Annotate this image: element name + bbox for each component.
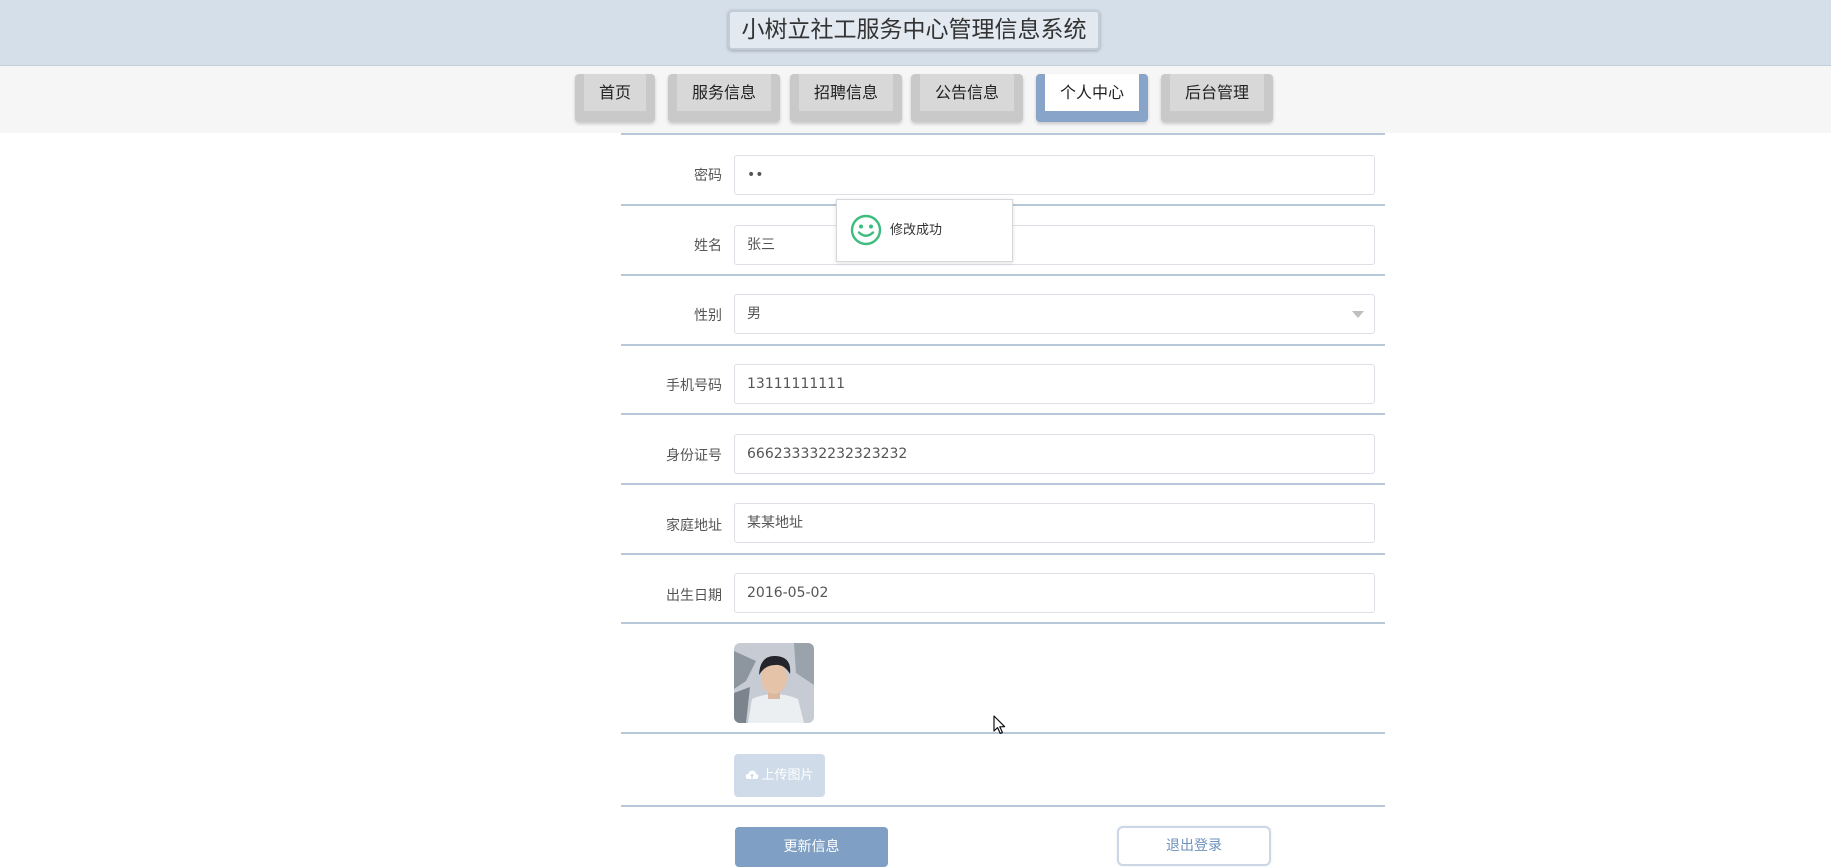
gender-select[interactable]: 男 <box>734 294 1375 334</box>
nav-item-personal-center[interactable]: 个人中心 <box>1036 74 1148 122</box>
phone-field[interactable]: 13111111111 <box>734 364 1375 404</box>
logout-button[interactable]: 退出登录 <box>1117 826 1271 866</box>
nav-item-home[interactable]: 首页 <box>575 74 655 122</box>
id-card-label: 身份证号 <box>666 448 722 464</box>
update-info-button[interactable]: 更新信息 <box>735 827 888 867</box>
chevron-down-icon <box>1352 311 1364 318</box>
birthday-field[interactable]: 2016-05-02 <box>734 573 1375 613</box>
site-title: 小树立社工服务中心管理信息系统 <box>728 10 1100 50</box>
phone-label: 手机号码 <box>666 378 722 394</box>
nav-item-announcement-info[interactable]: 公告信息 <box>911 74 1023 122</box>
gender-select-value: 男 <box>747 306 761 322</box>
mouse-cursor-icon <box>993 715 1006 734</box>
upload-image-button[interactable]: 上传图片 <box>734 754 825 797</box>
nav-item-label: 个人中心 <box>1045 74 1139 111</box>
address-field[interactable]: 某某地址 <box>734 503 1375 543</box>
nav-item-label: 后台管理 <box>1170 74 1264 111</box>
id-card-field[interactable]: 666233332232323232 <box>734 434 1375 474</box>
name-field[interactable]: 张三 <box>734 225 1375 265</box>
nav-item-label: 服务信息 <box>677 74 771 111</box>
toast-message: 修改成功 <box>890 223 943 238</box>
nav-item-service-info[interactable]: 服务信息 <box>668 74 780 122</box>
password-field[interactable]: •• <box>734 155 1375 195</box>
gender-label: 性别 <box>694 308 722 324</box>
avatar <box>734 643 814 723</box>
password-label: 密码 <box>694 168 722 184</box>
nav-item-label: 公告信息 <box>920 74 1014 111</box>
cloud-upload-icon <box>746 770 759 779</box>
smile-icon <box>850 214 882 246</box>
nav-item-recruitment-info[interactable]: 招聘信息 <box>790 74 902 122</box>
upload-image-label: 上传图片 <box>761 768 814 783</box>
site-header: 小树立社工服务中心管理信息系统 <box>0 0 1831 66</box>
address-label: 家庭地址 <box>666 518 722 534</box>
success-toast: 修改成功 <box>836 199 1013 262</box>
birthday-label: 出生日期 <box>666 588 722 604</box>
nav-item-label: 首页 <box>584 74 646 111</box>
nav-item-label: 招聘信息 <box>799 74 893 111</box>
nav-item-admin[interactable]: 后台管理 <box>1161 74 1273 122</box>
name-label: 姓名 <box>694 238 722 254</box>
